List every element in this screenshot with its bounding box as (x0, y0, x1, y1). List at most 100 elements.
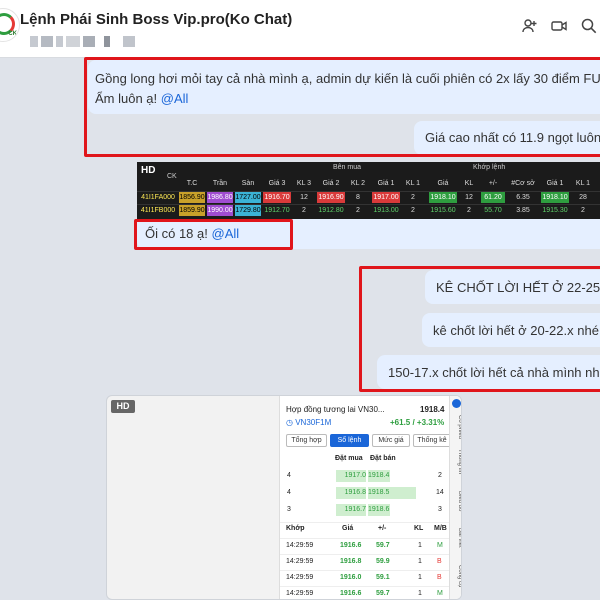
side-tab-chart[interactable]: Biểu đồ (450, 484, 461, 518)
board-header-cell: KL 1 (405, 180, 421, 187)
side-tab-stock[interactable]: Cổ phiếu (450, 412, 461, 442)
board-cell: 2 (467, 207, 471, 214)
trade-change: 59.1 (376, 574, 390, 581)
clock-icon: ◷ (286, 418, 293, 427)
member-placeholder (56, 36, 63, 47)
board-cell: 1729.80 (235, 205, 261, 216)
board-cell: 2 (411, 207, 415, 214)
board-cell: 1856.90 (179, 192, 205, 203)
change-label: +61.5 / +3.31% (390, 418, 445, 427)
video-call-icon[interactable] (548, 17, 570, 39)
book-bid-qty: 4 (287, 489, 291, 496)
book-row: 3 1916.7 1918.6 3 (280, 504, 450, 518)
board-header-cell: Giá 1 (377, 180, 395, 187)
board-cell: 12 (300, 194, 308, 201)
panel-price: 1918.4 (420, 405, 445, 414)
hd-badge: HD (141, 165, 156, 176)
trade-change: 59.7 (376, 542, 390, 549)
book-ask-price: 1918.4 (368, 470, 390, 482)
trade-time: 14:29:59 (286, 574, 314, 581)
book-ask-qty: 14 (436, 489, 444, 496)
tab-summary[interactable]: Tổng hợp (286, 434, 327, 447)
board-cell: 1912.70 (264, 207, 290, 214)
book-row: 4 1916.8 1918.5 14 (280, 487, 450, 501)
tab-statistics[interactable]: Thống kê (413, 434, 451, 447)
board-header-cell: Trần (212, 180, 228, 187)
trade-price: 1916.6 (340, 542, 362, 549)
search-icon[interactable] (578, 17, 600, 39)
board-cell: 3.85 (516, 207, 530, 214)
hd-badge: HD (111, 400, 135, 413)
trade-vol: 1 (418, 574, 422, 581)
side-tab-tools[interactable]: Công cụ (450, 558, 461, 594)
side-tab-info[interactable]: Thông tin (450, 444, 461, 480)
board-cell: 6.35 (516, 194, 530, 201)
board-header-cell: KL 3 (296, 180, 312, 187)
board-row: 41I1FA000 1856.90 1986.80 1727.00 1916.7… (137, 191, 600, 203)
book-head-bid: Đặt mua (335, 455, 363, 462)
trade-price: 1916.0 (340, 574, 362, 581)
trade-vol: 1 (418, 542, 422, 549)
board-cell: 1918.10 (429, 192, 457, 203)
trade-head-time: Khớp (286, 525, 305, 532)
board-cell: 12 (465, 194, 473, 201)
trade-row: 14:29:59 1916.6 59.7 1 M (280, 586, 450, 599)
board-cell: 61.20 (481, 192, 505, 203)
trade-row: 14:29:59 1916.0 59.1 1 B (280, 570, 450, 584)
board-cell: 1990.00 (207, 205, 233, 216)
board-group-buy: Bên mua (333, 164, 362, 171)
book-bid-price: 1917.0 (336, 470, 366, 482)
board-cell: 1912.80 (318, 207, 344, 214)
member-placeholder (104, 36, 110, 47)
board-cell: 2 (302, 207, 306, 214)
member-list-blurred[interactable] (30, 36, 135, 48)
board-header-cell: Giá 2 (322, 180, 340, 187)
trade-vol: 1 (418, 590, 422, 597)
trade-time: 14:29:59 (286, 542, 314, 549)
board-cell: 1916.70 (263, 192, 291, 203)
book-ask-price: 1918.5 (368, 487, 416, 499)
book-row: 4 1917.0 1918.4 2 (280, 470, 450, 484)
ticker-label[interactable]: VN30F1M (295, 418, 331, 427)
trade-head-price: Giá (342, 525, 354, 532)
highlight-box (84, 57, 600, 157)
price-board-image[interactable]: HD CK Bên mua Khớp lệnh T.C Trần Sàn Giá… (137, 162, 600, 219)
trade-time: 14:29:59 (286, 558, 314, 565)
board-cell: 2 (411, 194, 415, 201)
board-row: 41I1FB000 1859.90 1990.00 1729.80 1912.7… (137, 204, 600, 216)
board-cell: 1915.30 (542, 207, 568, 214)
board-cell: 1859.90 (179, 205, 205, 216)
member-placeholder (30, 36, 38, 47)
book-bid-qty: 4 (287, 472, 291, 479)
board-cell: 1917.00 (372, 192, 400, 203)
trade-head-vol: KL (414, 525, 424, 532)
board-header-cell: Giá 3 (268, 180, 286, 187)
board-header-cell: KL 1 (575, 180, 591, 187)
board-header-cell: T.C (186, 180, 198, 187)
ticker-row: ◷ VN30F1M (286, 418, 331, 427)
book-bid-price: 1916.7 (336, 504, 366, 516)
tab-price-level[interactable]: Mức giá (372, 434, 410, 447)
board-header-row: T.C Trần Sàn Giá 3 KL 3 Giá 2 KL 2 Giá 1… (137, 178, 600, 189)
trade-head-change: +/- (378, 525, 387, 532)
group-title[interactable]: Lệnh Phái Sinh Boss Vip.pro(Ko Chat) (20, 11, 292, 28)
group-avatar[interactable]: CK (0, 8, 20, 42)
board-header-cell: #Cơ sở (511, 180, 535, 187)
trade-side: M (437, 542, 443, 549)
side-tab-news[interactable]: Bài viết (450, 522, 461, 554)
book-head-ask: Đặt bán (370, 455, 396, 462)
trade-price: 1916.8 (340, 558, 362, 565)
add-member-icon[interactable] (519, 17, 541, 39)
board-header-cell: Giá (437, 180, 449, 187)
board-cell: 1918.10 (541, 192, 569, 203)
member-placeholder (41, 36, 53, 47)
trade-side: B (437, 574, 442, 581)
book-bid-price: 1916.8 (336, 487, 366, 499)
tab-order-book[interactable]: Sổ lệnh (330, 434, 369, 447)
image-attachment[interactable]: HD Hợp đồng tương lai VN30... 1918.4 ◷ V… (106, 395, 462, 600)
trade-side: B (437, 558, 442, 565)
board-header-cell: Giá 1 (546, 180, 564, 187)
board-header-cell: KL (464, 180, 474, 187)
board-header-cell: Sàn (241, 180, 255, 187)
board-cell: 55.70 (484, 207, 502, 214)
